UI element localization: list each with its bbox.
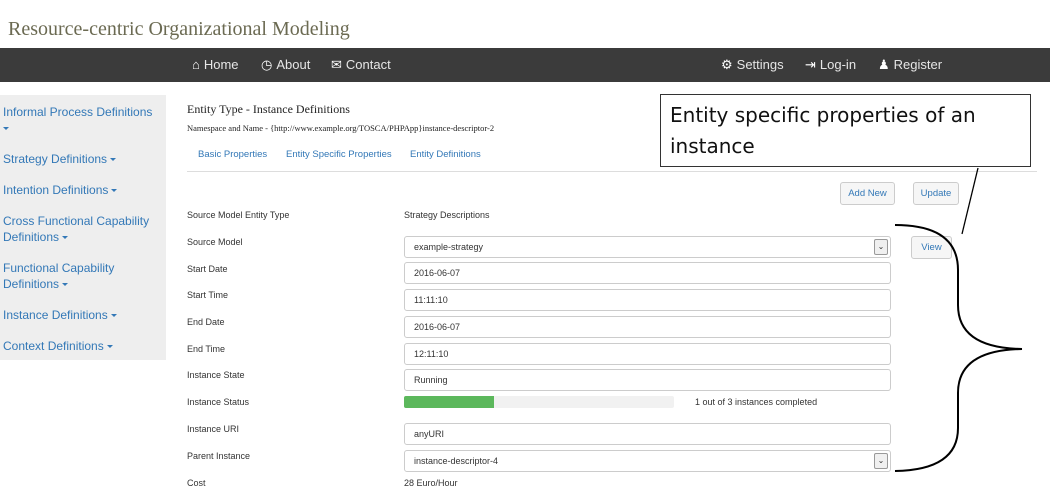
nav-contact[interactable]: ✉ Contact bbox=[331, 48, 391, 82]
entity-title: Entity Type - Instance Definitions bbox=[187, 102, 350, 116]
sidebar-item-label: Cross Functional Capability Definitions bbox=[3, 214, 150, 244]
chevron-down-icon: ⌄ bbox=[874, 239, 888, 255]
instance-state-field[interactable]: Running bbox=[404, 369, 891, 391]
end-time-label: End Time bbox=[187, 344, 226, 354]
start-date-label: Start Date bbox=[187, 264, 228, 274]
sidebar-item-strategy[interactable]: Strategy Definitions bbox=[3, 151, 163, 167]
tab-basic-properties[interactable]: Basic Properties bbox=[198, 149, 267, 160]
instance-uri-label: Instance URI bbox=[187, 424, 240, 434]
caret-down-icon bbox=[62, 283, 69, 287]
sidebar-item-label: Functional Capability Definitions bbox=[3, 261, 115, 291]
clock-icon: ◷ bbox=[261, 57, 273, 72]
parent-instance-select[interactable]: instance-descriptor-4 ⌄ bbox=[404, 450, 891, 472]
parent-instance-selected-value: instance-descriptor-4 bbox=[414, 456, 499, 466]
start-time-field[interactable]: 11:11:10 bbox=[404, 289, 891, 311]
sidebar-item-cross-functional[interactable]: Cross Functional Capability Definitions bbox=[3, 213, 163, 245]
nav-settings-label: Settings bbox=[736, 57, 784, 72]
nav-home[interactable]: ⌂ Home bbox=[192, 48, 239, 82]
caret-down-icon bbox=[106, 345, 113, 349]
app-title: Resource-centric Organizational Modeling bbox=[8, 18, 350, 40]
sidebar-item-instance[interactable]: Instance Definitions bbox=[3, 307, 163, 323]
home-icon: ⌂ bbox=[192, 57, 200, 72]
view-button[interactable]: View bbox=[911, 236, 952, 259]
source-model-select[interactable]: example-strategy ⌄ bbox=[404, 236, 891, 258]
caret-down-icon bbox=[3, 127, 9, 131]
sidebar-item-informal-process[interactable]: Informal Process Definitions bbox=[3, 104, 163, 136]
caret-down-icon bbox=[111, 189, 118, 193]
cost-value: 28 Euro/Hour bbox=[404, 478, 458, 488]
source-model-entity-type-label: Source Model Entity Type bbox=[187, 210, 290, 220]
gear-icon: ⚙ bbox=[721, 57, 733, 72]
end-date-field[interactable]: 2016-06-07 bbox=[404, 316, 891, 338]
progress-fill bbox=[404, 396, 494, 408]
instance-status-label: Instance Status bbox=[187, 397, 250, 407]
login-icon: ⇥ bbox=[805, 57, 816, 72]
nav-about[interactable]: ◷ About bbox=[261, 48, 310, 82]
end-date-label: End Date bbox=[187, 317, 225, 327]
tab-entity-specific-properties[interactable]: Entity Specific Properties bbox=[286, 149, 392, 160]
nav-settings[interactable]: ⚙ Settings bbox=[721, 48, 784, 82]
nav-register-label: Register bbox=[893, 57, 943, 72]
nav-login[interactable]: ⇥ Log-in bbox=[805, 48, 856, 82]
caret-down-icon bbox=[110, 158, 117, 162]
sidebar-item-label: Intention Definitions bbox=[3, 183, 109, 197]
nav-home-label: Home bbox=[203, 57, 239, 72]
sidebar-item-context[interactable]: Context Definitions bbox=[3, 338, 163, 354]
instance-status-progress bbox=[404, 396, 674, 408]
update-button[interactable]: Update bbox=[913, 182, 959, 205]
envelope-icon: ✉ bbox=[331, 57, 342, 72]
callout-pointer-line bbox=[961, 167, 979, 235]
nav-register[interactable]: ♟ Register bbox=[878, 48, 942, 82]
caret-down-icon bbox=[62, 236, 69, 240]
add-new-button[interactable]: Add New bbox=[840, 182, 895, 205]
start-time-label: Start Time bbox=[187, 290, 229, 300]
cost-label: Cost bbox=[187, 478, 206, 488]
parent-instance-label: Parent Instance bbox=[187, 451, 251, 461]
chevron-down-icon: ⌄ bbox=[874, 453, 888, 469]
tab-divider bbox=[187, 171, 1037, 172]
source-model-label: Source Model bbox=[187, 237, 243, 247]
end-time-field[interactable]: 12:11:10 bbox=[404, 343, 891, 365]
sidebar-item-label: Instance Definitions bbox=[3, 308, 108, 322]
nav-contact-label: Contact bbox=[345, 57, 391, 72]
sidebar: Informal Process Definitions Strategy De… bbox=[0, 95, 166, 360]
source-model-selected-value: example-strategy bbox=[414, 242, 484, 252]
sidebar-item-intention[interactable]: Intention Definitions bbox=[3, 182, 163, 198]
tab-entity-definitions[interactable]: Entity Definitions bbox=[410, 149, 481, 160]
instance-uri-field[interactable]: anyURI bbox=[404, 423, 891, 445]
sidebar-item-label: Strategy Definitions bbox=[3, 152, 108, 166]
source-model-entity-type-value: Strategy Descriptions bbox=[404, 210, 490, 220]
sidebar-item-functional[interactable]: Functional Capability Definitions bbox=[3, 260, 163, 292]
user-icon: ♟ bbox=[878, 57, 890, 72]
nav-login-label: Log-in bbox=[819, 57, 857, 72]
start-date-field[interactable]: 2016-06-07 bbox=[404, 262, 891, 284]
entity-namespace: Namespace and Name - {http://www.example… bbox=[187, 123, 495, 133]
curly-brace bbox=[894, 224, 1023, 472]
sidebar-item-label: Context Definitions bbox=[3, 339, 104, 353]
sidebar-item-label: Informal Process Definitions bbox=[3, 105, 153, 119]
caret-down-icon bbox=[110, 314, 117, 318]
instance-state-label: Instance State bbox=[187, 370, 245, 380]
instance-status-text: 1 out of 3 instances completed bbox=[695, 397, 818, 407]
annotation-callout: Entity specific properties of an instanc… bbox=[660, 94, 1031, 167]
top-navbar: ⌂ Home ◷ About ✉ Contact ⚙ Settings ⇥ Log-in … bbox=[0, 48, 1050, 82]
nav-about-label: About bbox=[276, 57, 311, 72]
